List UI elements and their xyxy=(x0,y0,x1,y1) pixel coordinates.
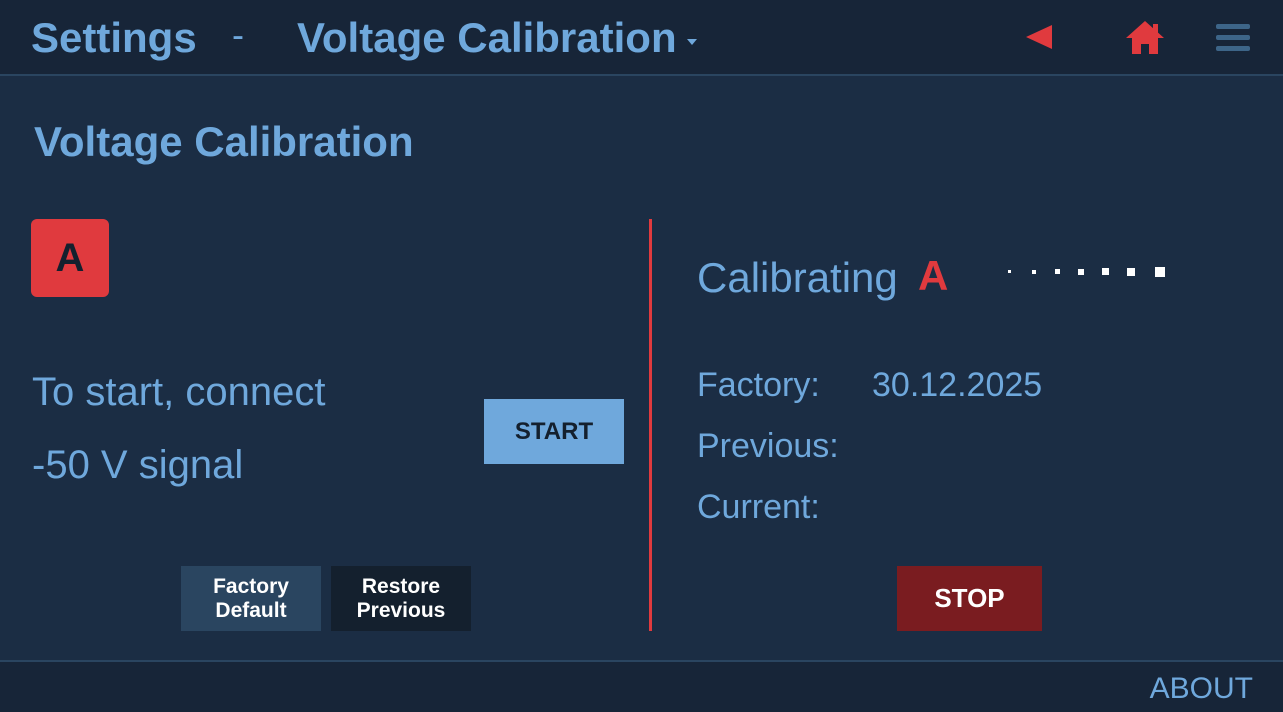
about-link[interactable]: ABOUT xyxy=(1150,672,1253,706)
current-date-label: Current: xyxy=(697,488,820,526)
start-button[interactable]: START xyxy=(484,399,624,464)
panel-divider xyxy=(649,219,652,631)
section-title: Voltage Calibration xyxy=(34,118,414,165)
restore-previous-button[interactable]: Restore Previous xyxy=(331,566,471,631)
page-title-dropdown[interactable]: Voltage Calibration xyxy=(297,14,697,62)
home-icon xyxy=(1126,21,1164,54)
menu-button[interactable] xyxy=(1214,20,1252,56)
instruction-line-2: -50 V signal xyxy=(32,443,244,487)
page-title: Voltage Calibration xyxy=(297,14,677,61)
breadcrumb-settings[interactable]: Settings xyxy=(31,14,197,62)
factory-default-label-1: Factory xyxy=(213,574,289,598)
previous-date-label: Previous: xyxy=(697,427,839,465)
calibrating-channel: A xyxy=(918,252,949,299)
factory-default-button[interactable]: Factory Default xyxy=(181,566,321,631)
instruction-line-1: To start, connect xyxy=(32,370,326,414)
chevron-down-icon xyxy=(686,39,697,45)
progress-dots-icon xyxy=(1008,267,1165,277)
factory-date-label: Factory: xyxy=(697,366,820,404)
home-button[interactable] xyxy=(1124,18,1166,56)
back-button[interactable] xyxy=(1022,20,1056,54)
channel-badge: A xyxy=(31,219,109,297)
factory-date-value: 30.12.2025 xyxy=(872,366,1043,404)
top-bar: Settings - Voltage Calibration xyxy=(0,0,1283,76)
hamburger-menu-icon xyxy=(1216,24,1250,51)
restore-previous-label-2: Previous xyxy=(356,598,446,622)
factory-default-label-2: Default xyxy=(215,598,287,622)
stop-button[interactable]: STOP xyxy=(897,566,1042,631)
footer-bar: ABOUT xyxy=(0,660,1283,712)
restore-previous-label-1: Restore xyxy=(361,574,441,598)
calibrating-label: Calibrating xyxy=(697,254,898,301)
back-arrow-icon xyxy=(1026,25,1052,49)
breadcrumb-separator: - xyxy=(232,14,244,55)
